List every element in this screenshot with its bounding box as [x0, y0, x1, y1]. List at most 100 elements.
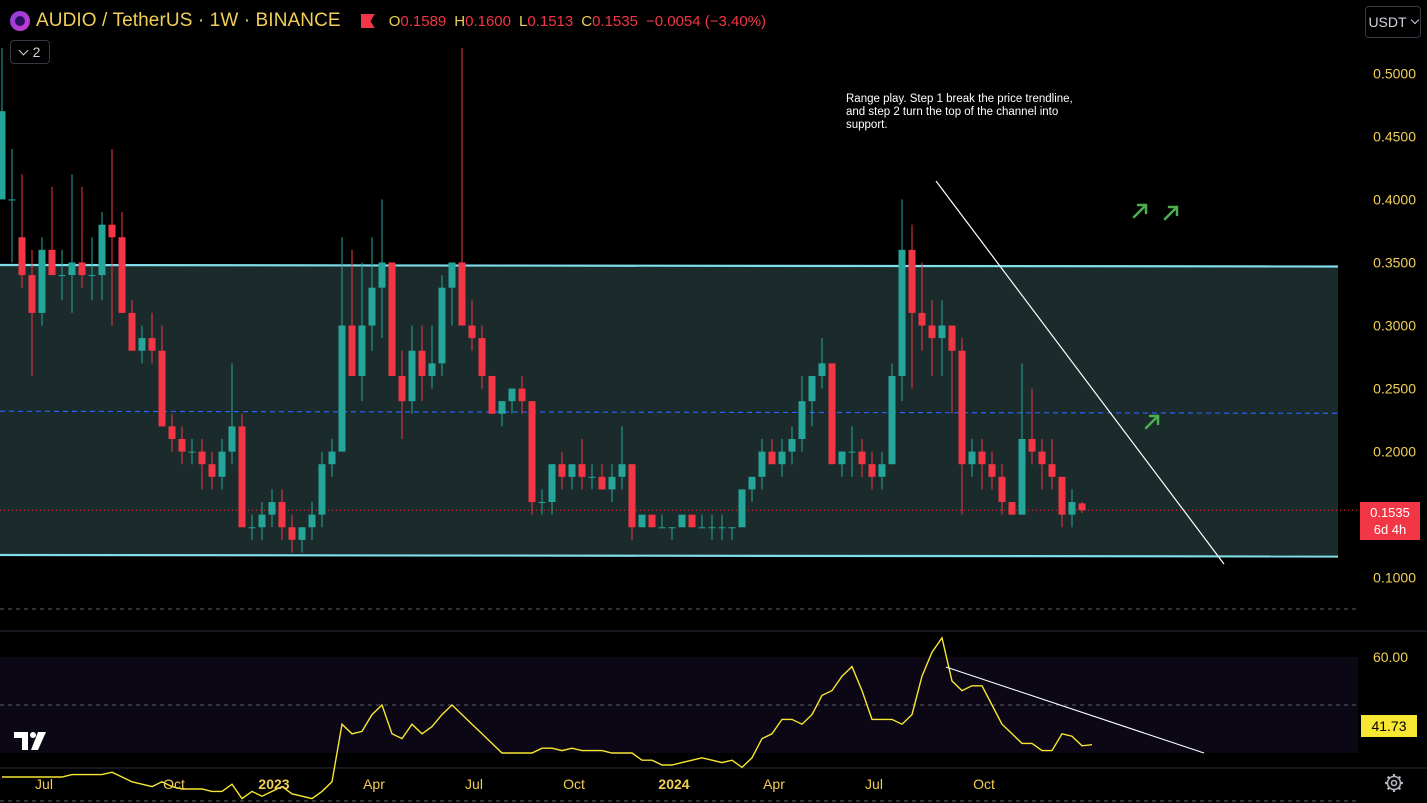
candle-body	[98, 224, 106, 276]
bar-countdown: 6d 4h	[1373, 522, 1407, 537]
candle-body	[468, 325, 476, 339]
settings-gear-icon[interactable]	[1384, 773, 1404, 793]
rsi-pane	[0, 608, 1358, 802]
price-axis-tick-label: 0.4500	[1373, 128, 1416, 144]
candle-body	[948, 325, 956, 351]
candle-body	[428, 363, 436, 376]
candle-body	[508, 388, 516, 402]
symbol-title[interactable]: AUDIO / TetherUS · 1W · BINANCE	[36, 10, 341, 32]
indicators-collapse-button[interactable]: 2	[10, 40, 50, 64]
arrow-shaft	[1163, 205, 1179, 221]
candle-body	[998, 476, 1006, 503]
candle-body	[548, 464, 556, 503]
price-channel	[0, 263, 1360, 558]
time-axis-tick-label: Jul	[465, 776, 483, 792]
chart-canvas[interactable]: 0.5000 0.4500 0.4000 0.3500 0.3000 0.2500 0.20…	[0, 0, 1427, 803]
candle-body	[618, 464, 626, 477]
candle-body	[18, 237, 26, 276]
last-price-tag: 0.1535 6d 4h	[1360, 502, 1420, 540]
candle-body	[528, 401, 536, 503]
candle-body	[258, 514, 266, 528]
time-axis-tick-label: Oct	[163, 776, 185, 792]
candle-body	[1078, 503, 1086, 511]
chevron-down-icon	[18, 45, 29, 55]
candle-body	[568, 464, 576, 477]
candle-body	[28, 275, 36, 313]
candle-body	[578, 464, 586, 477]
candle-body	[188, 451, 196, 453]
candle-body	[838, 451, 846, 465]
annotation-text[interactable]: Range play. Step 1 break the price trend…	[846, 93, 1086, 132]
candle-body	[458, 262, 466, 326]
candle-body	[628, 464, 636, 528]
candle-body	[718, 527, 726, 529]
candle-body	[498, 401, 506, 414]
price-axis-tick-label: 0.2500	[1373, 381, 1416, 397]
price-axis-tick-label: 0.3000	[1373, 318, 1416, 334]
price-axis-tick-label: 0.1000	[1373, 570, 1416, 586]
candle-body	[878, 464, 886, 477]
price-axis-tick-label: 0.2000	[1373, 444, 1416, 460]
currency-label: USDT	[1368, 14, 1407, 30]
candle-body	[118, 237, 126, 313]
candle-body	[88, 275, 96, 277]
candle-body	[138, 338, 146, 351]
candle-body	[518, 388, 526, 402]
candle-body	[198, 451, 206, 465]
candle-body	[318, 464, 326, 515]
audius-logo-icon	[10, 11, 30, 31]
candle-body	[418, 350, 426, 376]
candle-body	[278, 502, 286, 528]
candle-body	[158, 350, 166, 427]
high-label: H	[454, 12, 466, 30]
candle-body	[1008, 502, 1016, 515]
candle-body	[358, 325, 366, 376]
candle-body	[208, 464, 216, 477]
candle-body	[148, 338, 156, 351]
candle-body	[168, 426, 176, 439]
channel-bottom-line	[0, 553, 1339, 558]
candle-body	[898, 249, 906, 376]
candle-body	[888, 375, 896, 465]
candle-body	[268, 502, 276, 515]
time-axis-tick-label: Oct	[973, 776, 995, 792]
candle-body	[788, 439, 796, 452]
candle-body	[698, 527, 706, 529]
candle-body	[338, 325, 346, 452]
candle-body	[988, 464, 996, 477]
rsi-value-tag: 41.73	[1361, 715, 1417, 737]
channel-top-line	[0, 263, 1339, 268]
symbol-header: AUDIO / TetherUS · 1W · BINANCE O0.1589 …	[10, 8, 766, 34]
candle-body	[598, 476, 606, 490]
open-label: O	[388, 12, 401, 30]
candle-body	[478, 338, 486, 376]
open-value: 0.1589	[400, 12, 447, 30]
candle-body	[648, 514, 656, 528]
candle-body	[708, 527, 716, 529]
channel-fill	[0, 265, 1338, 555]
time-axis-tick-label: Apr	[363, 776, 385, 792]
candle-body	[1048, 464, 1056, 477]
candle-body	[748, 476, 756, 490]
candle-body	[248, 527, 256, 529]
candle-body	[928, 325, 936, 339]
price-axis-tick-label: 0.4000	[1373, 191, 1416, 207]
arrow-up-right-icon	[1132, 203, 1148, 219]
candle-body	[388, 262, 396, 376]
candle-body	[58, 275, 66, 277]
candle-body	[48, 249, 56, 276]
candle-body	[828, 363, 836, 465]
candle-body	[68, 262, 76, 276]
candle-body	[538, 502, 546, 504]
currency-button[interactable]: USDT	[1365, 6, 1421, 38]
candle-body	[378, 262, 386, 288]
time-axis-tick-label: 2024	[658, 776, 689, 792]
candle-body	[938, 325, 946, 339]
tradingview-logo-icon[interactable]	[14, 730, 54, 752]
candle-body	[448, 262, 456, 288]
candle-body	[808, 375, 816, 402]
chevron-down-icon	[1410, 15, 1419, 25]
close-label: C	[581, 12, 593, 30]
flag-icon[interactable]	[360, 14, 375, 28]
candle-body	[218, 451, 226, 477]
